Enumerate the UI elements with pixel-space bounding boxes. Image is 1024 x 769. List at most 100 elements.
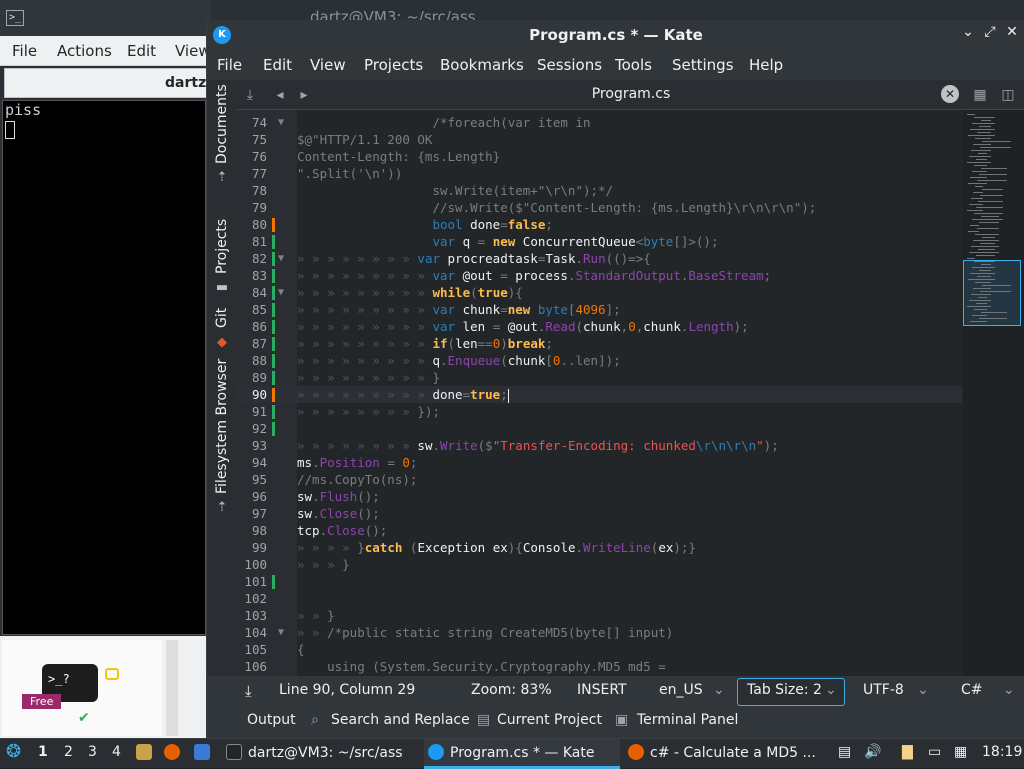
- code-line[interactable]: 106 using (System.Security.Cryptography.…: [237, 658, 962, 675]
- code-line[interactable]: 76 Content-Length: {ms.Length}: [237, 148, 962, 165]
- cursor-position[interactable]: Line 90, Column 29: [279, 682, 415, 698]
- code-line[interactable]: 84 ▼ » » » » » » » » » while(true){: [237, 284, 962, 301]
- code-line[interactable]: 90 » » » » » » » » » done=true;: [237, 386, 962, 403]
- syntax-mode[interactable]: C#: [961, 682, 983, 698]
- file-manager-icon[interactable]: [136, 744, 158, 761]
- code-line[interactable]: 83 » » » » » » » » » var @out = process.S…: [237, 267, 962, 284]
- upload-icon[interactable]: ⇡: [214, 170, 230, 186]
- display-icon[interactable]: ▭: [928, 744, 941, 760]
- code-line[interactable]: 82 ▼ » » » » » » » » var procreadtask=Task…: [237, 250, 962, 267]
- code-editor[interactable]: 74 ▼ /*foreach(var item in 75 $@"HTTP/1.1 2…: [237, 110, 1024, 676]
- code-line[interactable]: 80 bool done=false;: [237, 216, 962, 233]
- menu-sessions[interactable]: Sessions: [537, 56, 602, 74]
- code-line[interactable]: 86 » » » » » » » » » var len = @out.Read(…: [237, 318, 962, 335]
- menu-help[interactable]: Help: [749, 56, 783, 74]
- terminal-panel-tab[interactable]: Terminal Panel: [637, 712, 738, 728]
- search-and-replace-tab[interactable]: Search and Replace: [331, 712, 470, 728]
- code-line[interactable]: 81 var q = new ConcurrentQueue<byte[]>()…: [237, 233, 962, 250]
- code-line[interactable]: 88 » » » » » » » » » q.Enqueue(chunk[0..l…: [237, 352, 962, 369]
- input-mode[interactable]: INSERT: [577, 682, 627, 698]
- desktop-2[interactable]: 2: [64, 744, 73, 760]
- close-tab-icon[interactable]: ✕: [941, 85, 959, 103]
- code-line[interactable]: 74 ▼ /*foreach(var item in: [237, 114, 962, 131]
- code-line[interactable]: 87 » » » » » » » » » if(len==0)break;: [237, 335, 962, 352]
- terminal-output[interactable]: piss: [2, 100, 206, 635]
- code-line[interactable]: 91 » » » » » » » » });: [237, 403, 962, 420]
- code-line[interactable]: 98 tcp.Close();: [237, 522, 962, 539]
- notes-icon[interactable]: ▇: [902, 744, 913, 760]
- code-line[interactable]: 92: [237, 420, 962, 437]
- code-line[interactable]: 104 ▼ » » /*public static string CreateMD5…: [237, 624, 962, 641]
- sidebar-tab-documents[interactable]: Documents: [214, 84, 230, 164]
- terminal-scrollbar[interactable]: [166, 640, 178, 736]
- fold-chevron-icon[interactable]: ▼: [278, 284, 284, 301]
- quick-open-icon[interactable]: ▦: [969, 84, 991, 106]
- code-line[interactable]: 79 //sw.Write($"Content-Length: {ms.Leng…: [237, 199, 962, 216]
- code-line[interactable]: 101: [237, 573, 962, 590]
- menu-bookmarks[interactable]: Bookmarks: [440, 56, 524, 74]
- zoom-level[interactable]: Zoom: 83%: [471, 682, 552, 698]
- clipboard-icon[interactable]: ▤: [838, 744, 851, 760]
- chevron-down-icon[interactable]: ⌄: [917, 682, 929, 698]
- code-line[interactable]: 99 » » » » }catch (Exception ex){Console.…: [237, 539, 962, 556]
- code-line[interactable]: 85 » » » » » » » » » var chunk=new byte[4…: [237, 301, 962, 318]
- code-line[interactable]: 105 {: [237, 641, 962, 658]
- task-firefox[interactable]: c# - Calculate a MD5 ...: [628, 744, 816, 761]
- split-view-icon[interactable]: ◫: [997, 84, 1019, 106]
- menu-edit[interactable]: Edit: [263, 56, 292, 74]
- tab-program-cs[interactable]: Program.cs: [237, 86, 1024, 102]
- fold-chevron-icon[interactable]: ▼: [278, 114, 284, 131]
- minimize-icon[interactable]: ⌄: [959, 24, 977, 44]
- chevron-down-icon[interactable]: ⌄: [713, 682, 725, 698]
- code-line[interactable]: 94 ms.Position = 0;: [237, 454, 962, 471]
- code-line[interactable]: 103 » » }: [237, 607, 962, 624]
- maximize-icon[interactable]: ⤢: [981, 24, 999, 44]
- desktop-1[interactable]: 1: [38, 744, 48, 760]
- chevron-down-icon[interactable]: ⌄: [1003, 682, 1015, 698]
- code-line[interactable]: 89 » » » » » » » » » }: [237, 369, 962, 386]
- upload-icon[interactable]: ⇡: [214, 500, 230, 516]
- clock[interactable]: 18:19: [982, 744, 1022, 760]
- fold-chevron-icon[interactable]: ▼: [278, 624, 284, 641]
- minimap-viewport[interactable]: [963, 260, 1021, 326]
- terminal-menu-file[interactable]: File: [12, 42, 37, 60]
- code-line[interactable]: 102: [237, 590, 962, 607]
- terminal-menu-actions[interactable]: Actions: [57, 42, 112, 60]
- desktop-3[interactable]: 3: [88, 744, 97, 760]
- task-terminal[interactable]: dartz@VM3: ~/src/ass: [226, 744, 403, 761]
- code-line[interactable]: 97 sw.Close();: [237, 505, 962, 522]
- task-kate[interactable]: Program.cs * — Kate: [428, 744, 594, 761]
- close-icon[interactable]: ✕: [1003, 24, 1021, 44]
- code-line[interactable]: 77 ".Split('\n')): [237, 165, 962, 182]
- code-line[interactable]: 95 //ms.CopyTo(ns);: [237, 471, 962, 488]
- code-line[interactable]: 75 $@"HTTP/1.1 200 OK: [237, 131, 962, 148]
- menu-view[interactable]: View: [310, 56, 346, 74]
- kate-titlebar[interactable]: K Program.cs * — Kate ⌄ ⤢ ✕: [207, 20, 1024, 50]
- sidebar-tab-git[interactable]: Git: [214, 308, 230, 328]
- application-launcher-icon[interactable]: ❂: [6, 741, 21, 762]
- terminal-tab[interactable]: dartz: [4, 68, 210, 98]
- menu-file[interactable]: File: [217, 56, 242, 74]
- code-line[interactable]: 93 » » » » » » » » sw.Write($"Transfer-En…: [237, 437, 962, 454]
- output-tab[interactable]: Output: [247, 712, 296, 728]
- volume-icon[interactable]: 🔊: [864, 744, 881, 760]
- menu-tools[interactable]: Tools: [615, 56, 652, 74]
- terminal-titlebar[interactable]: >_ dartz@VM3: ~/src/ass: [0, 0, 476, 36]
- terminal-menu-edit[interactable]: Edit: [127, 42, 156, 60]
- menu-projects[interactable]: Projects: [364, 56, 423, 74]
- firefox-icon[interactable]: [164, 744, 186, 761]
- sidebar-tab-filesystem-browser[interactable]: Filesystem Browser: [214, 359, 230, 494]
- fold-chevron-icon[interactable]: ▼: [278, 250, 284, 267]
- desktop-4[interactable]: 4: [112, 744, 121, 760]
- code-line[interactable]: 100 » » » }: [237, 556, 962, 573]
- download-icon[interactable]: ⤓: [245, 682, 252, 700]
- code-line[interactable]: 96 sw.Flush();: [237, 488, 962, 505]
- dictionary-language[interactable]: en_US: [659, 682, 703, 698]
- menu-settings[interactable]: Settings: [672, 56, 734, 74]
- network-icon[interactable]: ▦: [954, 744, 967, 760]
- sidebar-tab-projects[interactable]: Projects: [214, 219, 230, 274]
- folder-icon[interactable]: ▬: [214, 280, 230, 296]
- window-icon[interactable]: [194, 744, 216, 761]
- encoding[interactable]: UTF-8: [863, 682, 904, 698]
- minimap-scrollbar[interactable]: [963, 110, 1024, 676]
